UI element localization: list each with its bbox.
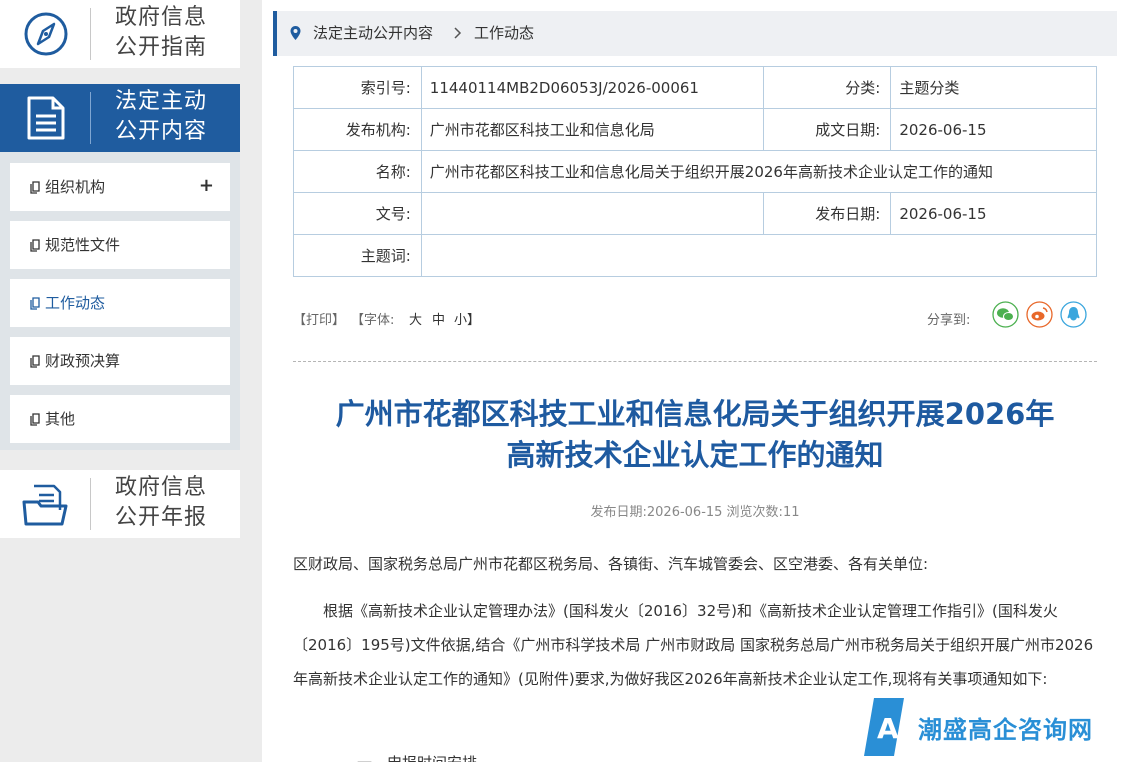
meta-keywords-value (420, 234, 1098, 277)
meta-created-label: 成文日期: (762, 108, 892, 151)
font-medium-button[interactable]: 中 (432, 312, 445, 330)
sidebar-item-regulations[interactable]: 规范性文件 (10, 221, 230, 269)
document-meta-table: 索引号: 11440114MB2D06053J/2026-00061 分类: 主… (293, 66, 1098, 277)
font-size-label: 【字体: (351, 313, 395, 328)
weibo-share-icon[interactable] (1026, 301, 1053, 328)
sidebar-annual-report-link[interactable]: 政府信息 公开年报 (0, 470, 240, 538)
watermark-logo-icon: A (864, 698, 904, 756)
meta-created-value: 2026-06-15 (890, 108, 1097, 151)
chevron-right-icon (454, 27, 462, 39)
sidebar-item-work-news[interactable]: 工作动态 (10, 279, 230, 327)
document-small-icon (30, 297, 40, 310)
sidebar-submenu: 组织机构 + 规范性文件 工作动态 财政预决算 其他 (0, 152, 240, 450)
compass-icon (24, 12, 68, 56)
meta-index-label: 索引号: (293, 66, 422, 109)
document-small-icon (30, 355, 40, 368)
breadcrumb-statutory-link[interactable]: 法定主动公开内容 (313, 23, 433, 44)
meta-row: 文号: 发布日期: 2026-06-15 (293, 192, 1097, 235)
expand-plus-icon[interactable]: + (199, 175, 214, 196)
sidebar-item-organization[interactable]: 组织机构 + (10, 163, 230, 211)
article-paragraph: 区财政局、国家税务总局广州市花都区税务局、各镇街、汽车城管委会、区空港委、各有关… (293, 555, 929, 573)
meta-index-value: 11440114MB2D06053J/2026-00061 (420, 66, 764, 109)
meta-row: 主题词: (293, 234, 1098, 277)
meta-row: 名称: 广州市花都区科技工业和信息化局关于组织开展2026年高新技术企业认定工作… (293, 150, 1098, 193)
meta-row: 发布机构: 广州市花都区科技工业和信息化局 成文日期: 2026-06-15 (293, 108, 1097, 151)
watermark: A 潮盛高企咨询网 (864, 698, 1104, 758)
article-toolbar: 【打印】 【字体: 大 中 小】 分享到: (293, 301, 1097, 331)
share-label: 分享到: (927, 313, 971, 328)
meta-name-label: 名称: (293, 150, 422, 193)
document-small-icon (30, 181, 40, 194)
meta-publisher-value: 广州市花都区科技工业和信息化局 (420, 108, 764, 151)
document-icon (27, 96, 65, 140)
watermark-text: 潮盛高企咨询网 (918, 715, 1093, 744)
qq-share-icon[interactable] (1060, 301, 1087, 328)
breadcrumb-work-news-link[interactable]: 工作动态 (474, 23, 534, 44)
location-pin-icon (290, 26, 301, 40)
article-title: 广州市花都区科技工业和信息化局关于组织开展2026年 高新技术企业认定工作的通知 (335, 397, 1055, 472)
article-section-heading: 一、申报时间安排 (357, 746, 757, 762)
meta-row: 索引号: 11440114MB2D06053J/2026-00061 分类: 主… (293, 66, 1097, 109)
svg-text:A: A (877, 712, 899, 745)
font-large-button[interactable]: 大 (409, 312, 422, 330)
font-small-button[interactable]: 小】 (454, 312, 480, 330)
sidebar-guide-title: 政府信息 公开指南 (115, 5, 208, 60)
meta-name-value: 广州市花都区科技工业和信息化局关于组织开展2026年高新技术企业认定工作的通知 (420, 150, 1098, 193)
sidebar-guide-link[interactable]: 政府信息 公开指南 (0, 0, 240, 68)
article-paragraph: 根据《高新技术企业认定管理办法》(国科发火〔2016〕32号)和《高新技术企业认… (293, 602, 1094, 688)
sidebar: 政府信息 公开指南 法定主动 公开内容 组织机构 + 规范性文件 工作动态 财政… (0, 0, 262, 762)
sidebar-statutory-link[interactable]: 法定主动 公开内容 (0, 84, 240, 152)
document-small-icon (30, 239, 40, 252)
meta-keywords-label: 主题词: (293, 234, 422, 277)
content-divider (293, 361, 1097, 362)
folder-icon (22, 484, 68, 526)
wechat-share-icon[interactable] (992, 301, 1019, 328)
article-publish-info: 发布日期:2026-06-15 浏览次数:11 (590, 505, 800, 520)
sidebar-item-budget[interactable]: 财政预决算 (10, 337, 230, 385)
meta-docno-value (420, 192, 764, 235)
meta-docno-label: 文号: (293, 192, 422, 235)
sidebar-statutory-title: 法定主动 公开内容 (115, 89, 208, 144)
breadcrumb: 法定主动公开内容 工作动态 (273, 11, 1117, 56)
document-small-icon (30, 413, 40, 426)
meta-pubdate-value: 2026-06-15 (890, 192, 1097, 235)
meta-category-label: 分类: (762, 66, 892, 109)
meta-pubdate-label: 发布日期: (762, 192, 892, 235)
sidebar-item-other[interactable]: 其他 (10, 395, 230, 443)
meta-publisher-label: 发布机构: (293, 108, 422, 151)
meta-category-value: 主题分类 (890, 66, 1097, 109)
print-button[interactable]: 【打印】 (293, 312, 345, 330)
sidebar-annual-title: 政府信息 公开年报 (115, 475, 208, 530)
